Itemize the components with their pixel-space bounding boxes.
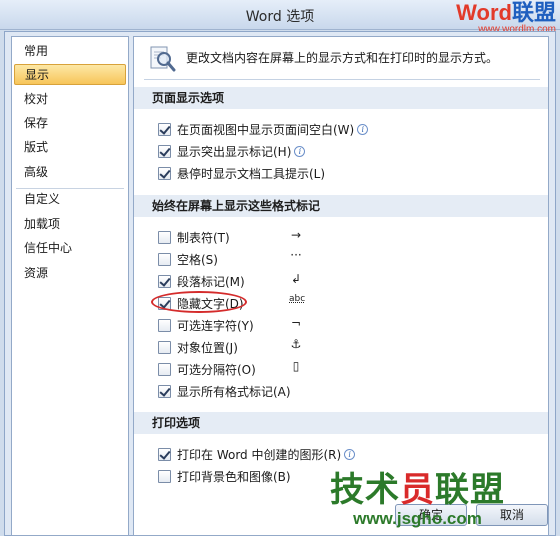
checkbox-show-all-marks[interactable] — [158, 384, 171, 398]
section-format-marks: 始终在屏幕上显示这些格式标记 — [134, 195, 548, 217]
checkbox-tab-characters[interactable] — [158, 230, 171, 244]
option-tab-characters[interactable]: 制表符(T) — [158, 228, 230, 246]
option-label: 打印在 Word 中创建的图形(R) — [177, 447, 342, 462]
option-label: 制表符(T) — [177, 230, 230, 245]
watermark-text-b: 员 — [400, 470, 435, 510]
anchor-icon: ⚓ — [290, 337, 302, 351]
space-mark-glyph: ··· — [290, 248, 302, 262]
hyphen-mark-glyph: ¬ — [290, 316, 302, 330]
option-show-tooltips[interactable]: 悬停时显示文档工具提示(L) — [158, 164, 325, 182]
hidden-text-glyph: abc — [289, 294, 306, 304]
option-print-background[interactable]: 打印背景色和图像(B) — [158, 467, 291, 485]
watermark-bottom-url: www.jsgho.com — [353, 509, 482, 528]
sidebar-item-customize[interactable]: 自定义 — [14, 189, 126, 210]
watermark-brand-b: 联盟 — [511, 0, 556, 25]
checkbox-print-background[interactable] — [158, 469, 171, 483]
option-label: 显示所有格式标记(A) — [177, 384, 291, 399]
header-divider — [144, 79, 540, 80]
watermark-text-c: 联盟 — [435, 470, 505, 510]
sidebar: 常用 显示 校对 保存 版式 高级 自定义 加载项 信任中心 资源 — [11, 36, 129, 536]
checkbox-print-drawings[interactable] — [158, 447, 171, 461]
sidebar-item-resources[interactable]: 资源 — [14, 263, 126, 284]
panel-header: 更改文档内容在屏幕上的显示方式和在打印时的显示方式。 — [134, 37, 548, 79]
option-label: 显示突出显示标记(H) — [177, 144, 292, 159]
content-panel: 更改文档内容在屏幕上的显示方式和在打印时的显示方式。 页面显示选项 在页面视图中… — [133, 36, 549, 536]
paragraph-mark-glyph: ↲ — [290, 272, 302, 286]
sidebar-item-layout[interactable]: 版式 — [14, 137, 126, 158]
option-label: 段落标记(M) — [177, 274, 245, 289]
tab-mark-glyph: → — [290, 228, 302, 242]
option-paragraph-marks[interactable]: 段落标记(M) — [158, 272, 245, 290]
sidebar-item-display[interactable]: 显示 — [14, 64, 126, 85]
magnifier-document-icon — [150, 46, 176, 72]
highlight-ring — [151, 291, 247, 313]
option-label: 打印背景色和图像(B) — [177, 469, 291, 484]
checkbox-show-highlighter[interactable] — [158, 144, 171, 158]
section-page-display: 页面显示选项 — [134, 87, 548, 109]
watermark-text-a: 技术 — [330, 470, 400, 510]
sidebar-item-save[interactable]: 保存 — [14, 113, 126, 134]
sidebar-item-addins[interactable]: 加载项 — [14, 214, 126, 235]
checkbox-show-whitespace[interactable] — [158, 122, 171, 136]
option-label: 可选分隔符(O) — [177, 362, 256, 377]
option-show-highlighter[interactable]: 显示突出显示标记(H) i — [158, 142, 306, 160]
watermark-bottom: 技术员联盟 www.jsgho.com — [330, 470, 505, 528]
option-show-whitespace[interactable]: 在页面视图中显示页面间空白(W) i — [158, 120, 369, 138]
option-optional-breaks[interactable]: 可选分隔符(O) — [158, 360, 256, 378]
info-icon: i — [344, 448, 356, 460]
option-label: 可选连字符(Y) — [177, 318, 254, 333]
option-label: 悬停时显示文档工具提示(L) — [177, 166, 326, 181]
sidebar-item-trust-center[interactable]: 信任中心 — [14, 238, 126, 259]
checkbox-paragraph-marks[interactable] — [158, 274, 171, 288]
option-show-all-marks[interactable]: 显示所有格式标记(A) — [158, 382, 291, 400]
info-icon: i — [294, 145, 306, 157]
checkbox-optional-hyphens[interactable] — [158, 318, 171, 332]
checkbox-object-anchors[interactable] — [158, 340, 171, 354]
title-bar: Word 选项 Word联盟 www.wordlm.com — [0, 0, 560, 35]
sidebar-item-advanced[interactable]: 高级 — [14, 162, 126, 183]
checkbox-show-tooltips[interactable] — [158, 166, 171, 180]
checkbox-optional-breaks[interactable] — [158, 362, 171, 376]
panel-description: 更改文档内容在屏幕上的显示方式和在打印时的显示方式。 — [186, 51, 499, 65]
sidebar-item-general[interactable]: 常用 — [14, 41, 126, 62]
option-label: 对象位置(J) — [177, 340, 238, 355]
option-object-anchors[interactable]: 对象位置(J) — [158, 338, 238, 356]
option-label: 在页面视图中显示页面间空白(W) — [177, 122, 355, 137]
checkbox-spaces[interactable] — [158, 252, 171, 266]
option-print-drawings[interactable]: 打印在 Word 中创建的图形(R) i — [158, 445, 356, 463]
info-icon: i — [357, 123, 369, 135]
break-mark-glyph: ▯ — [292, 359, 300, 373]
watermark-brand-a: Word — [456, 0, 512, 25]
section-print: 打印选项 — [134, 412, 548, 434]
option-spaces[interactable]: 空格(S) — [158, 250, 218, 268]
sidebar-item-proofing[interactable]: 校对 — [14, 89, 126, 110]
option-optional-hyphens[interactable]: 可选连字符(Y) — [158, 316, 254, 334]
option-label: 空格(S) — [177, 252, 218, 267]
